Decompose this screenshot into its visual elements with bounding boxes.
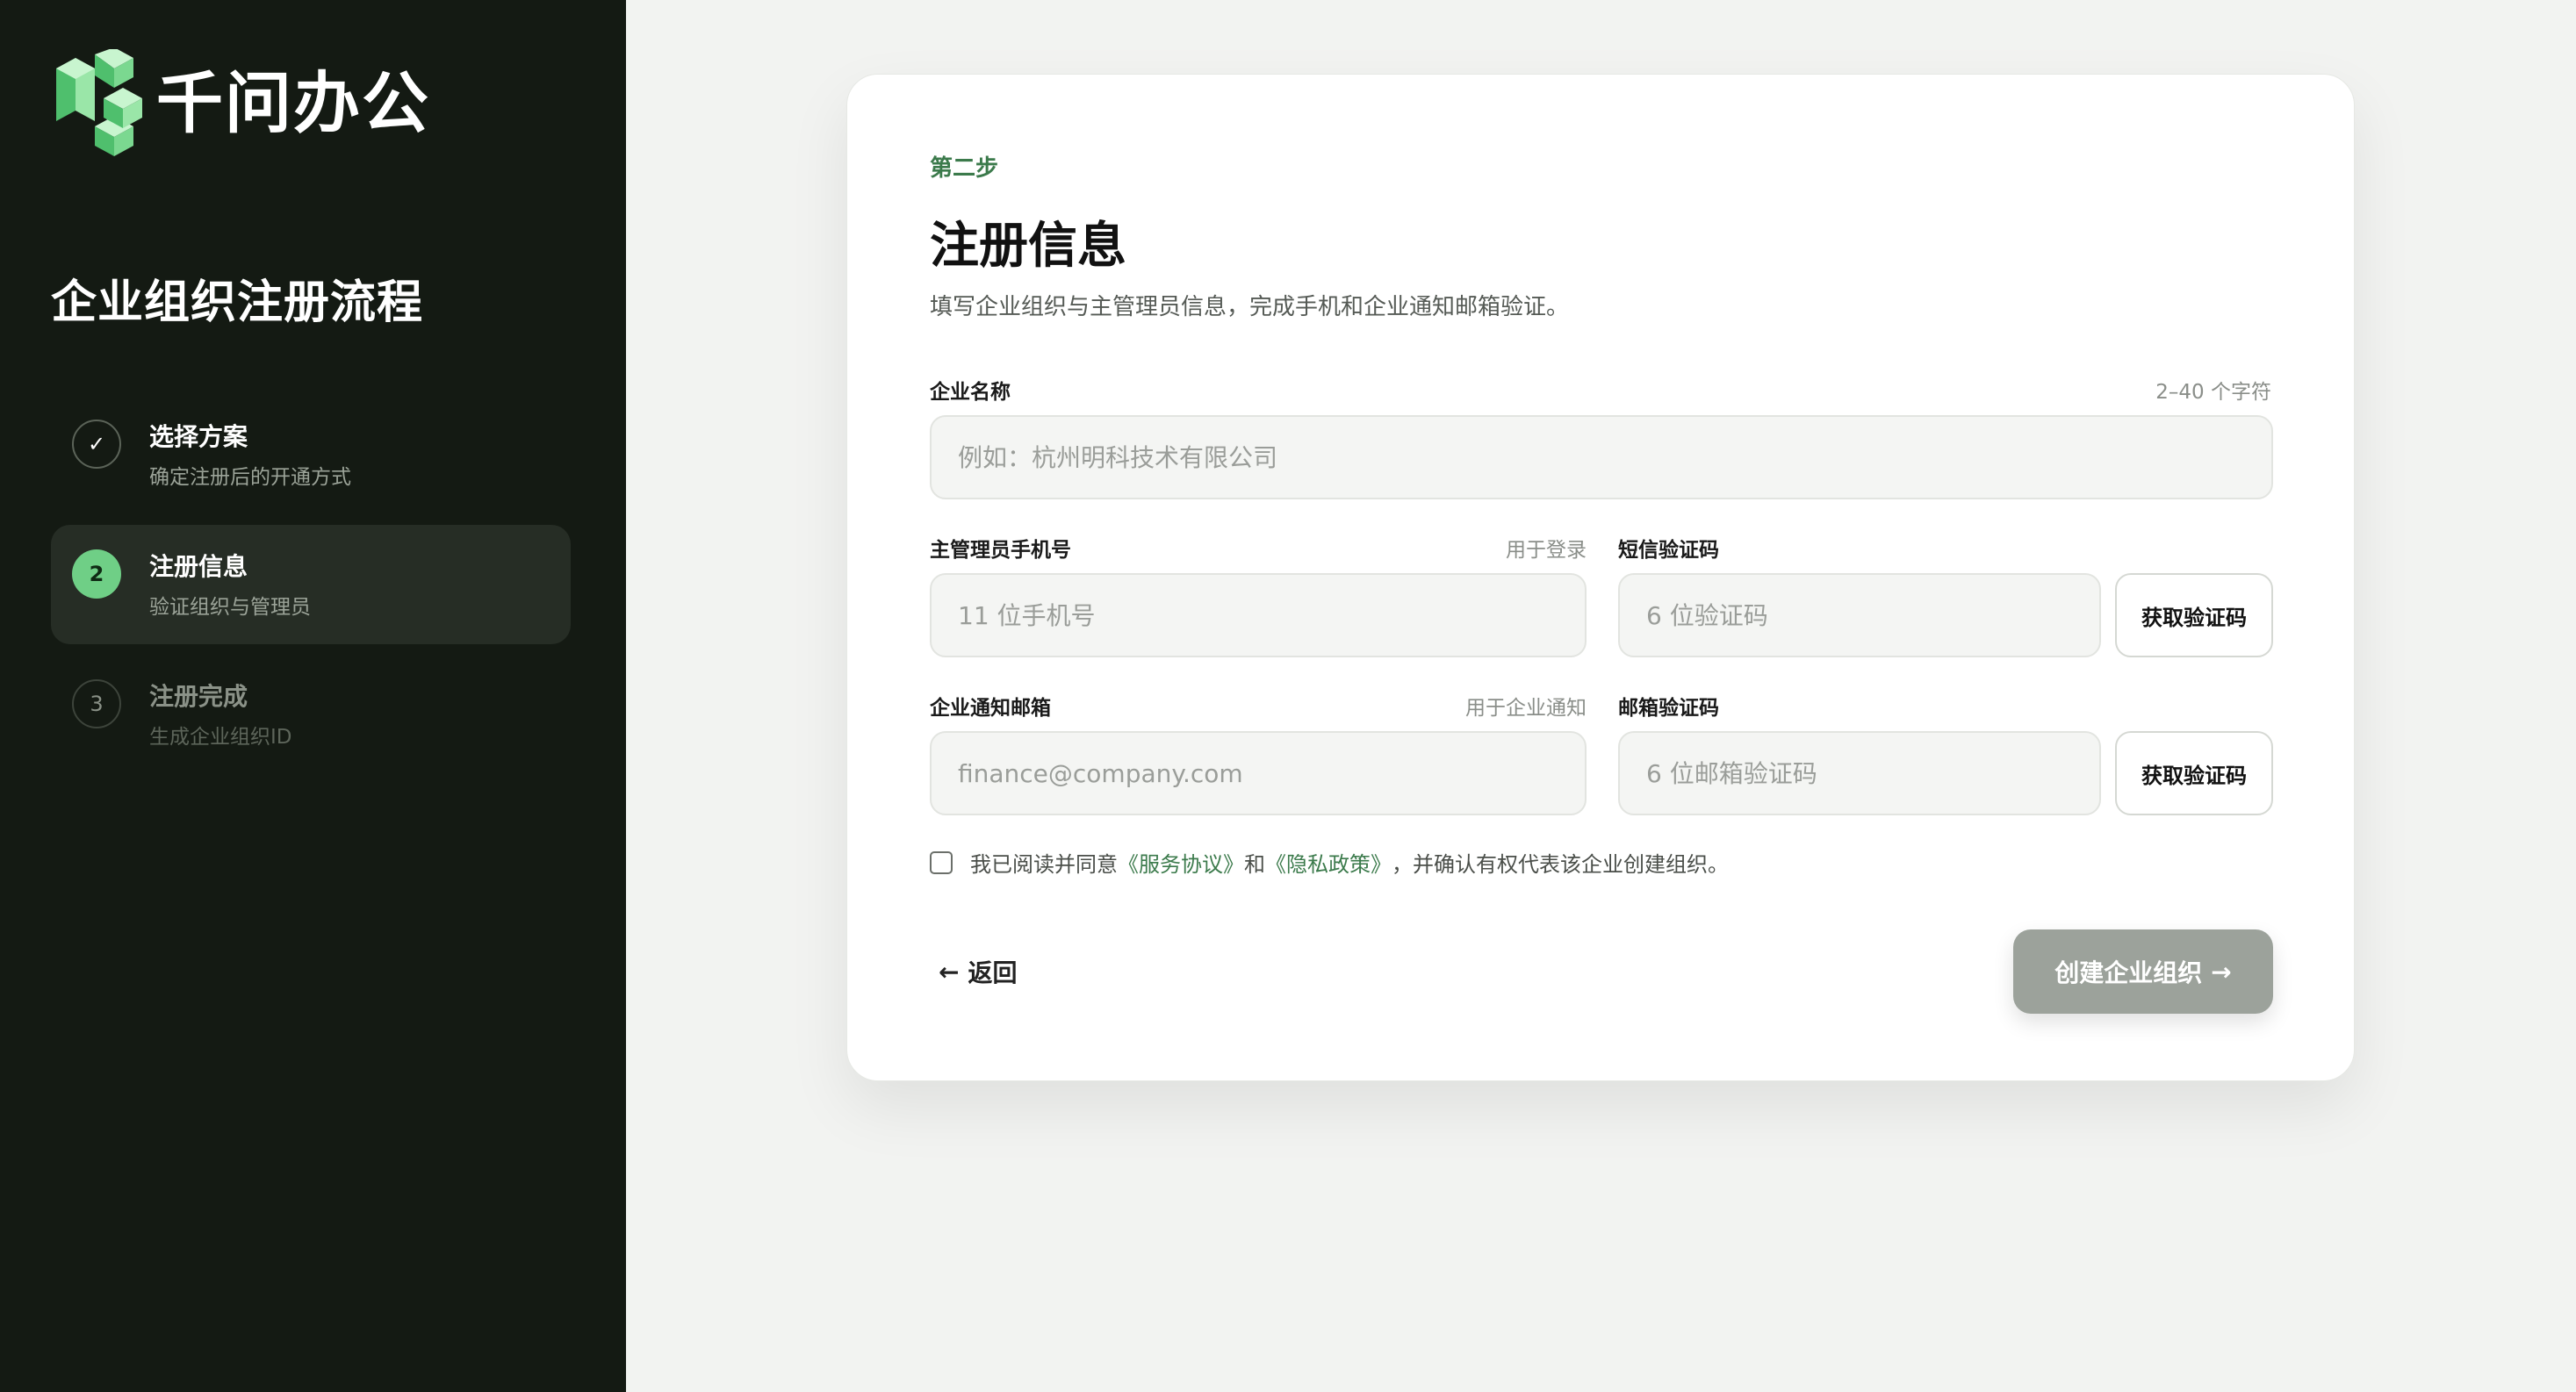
sidebar-title: 企业组织注册流程 <box>51 276 424 329</box>
brand-logo: 千问办公 <box>49 49 430 158</box>
agreement-text-before: 我已阅读并同意 <box>970 852 1118 877</box>
sms-code-input[interactable] <box>1618 573 2101 657</box>
email-input[interactable] <box>930 731 1587 815</box>
cube-logo-icon <box>56 49 142 156</box>
agreement-and-text: 和 <box>1244 852 1265 877</box>
registration-card: 第二步 注册信息 填写企业组织与主管理员信息，完成手机和企业通知邮箱验证。 企业… <box>846 74 2355 1081</box>
agreement-text-after: ，并确认有权代表该企业创建组织。 <box>1392 852 1729 877</box>
company-name-hint: 2–40 个字符 <box>2155 381 2271 404</box>
arrow-left-icon: ← <box>939 957 960 987</box>
agreement-row: 我已阅读并同意 《服务协议》 和 《隐私政策》 ，并确认有权代表该企业创建组织。 <box>930 847 1729 878</box>
page-title: 注册信息 <box>930 218 1126 275</box>
phone-hint: 用于登录 <box>1506 539 1587 562</box>
check-icon: ✓ <box>72 420 121 469</box>
sms-code-label: 短信验证码 <box>1618 539 1719 562</box>
step-list: ✓ 选择方案 确定注册后的开通方式 2 注册信息 验证组织与管理员 3 注册完成… <box>51 395 571 785</box>
step-number: 3 <box>72 679 121 728</box>
step-title: 注册完成 <box>149 682 248 711</box>
email-code-label: 邮箱验证码 <box>1618 697 1719 720</box>
step-subtitle: 确定注册后的开通方式 <box>149 466 351 489</box>
privacy-policy-link[interactable]: 《隐私政策》 <box>1265 847 1392 878</box>
company-name-label: 企业名称 <box>930 381 1011 404</box>
back-button[interactable]: ← 返回 <box>939 954 1017 989</box>
phone-input[interactable] <box>930 573 1587 657</box>
step-title: 选择方案 <box>149 422 248 451</box>
step-title: 注册信息 <box>149 552 248 581</box>
step-subtitle: 验证组织与管理员 <box>149 596 311 619</box>
company-name-input[interactable] <box>930 415 2273 499</box>
step-register-info[interactable]: 2 注册信息 验证组织与管理员 <box>51 525 571 644</box>
step-choose-plan[interactable]: ✓ 选择方案 确定注册后的开通方式 <box>51 395 571 514</box>
create-organization-button[interactable]: 创建企业组织 → <box>2013 929 2273 1014</box>
step-number: 2 <box>72 549 121 599</box>
page-description: 填写企业组织与主管理员信息，完成手机和企业通知邮箱验证。 <box>930 294 1570 320</box>
arrow-right-icon: → <box>2211 957 2232 987</box>
brand-name: 千问办公 <box>156 64 430 142</box>
sidebar: 千问办公 企业组织注册流程 ✓ 选择方案 确定注册后的开通方式 2 注册信息 验… <box>0 0 626 1392</box>
step-complete: 3 注册完成 生成企业组织ID <box>51 655 571 774</box>
step-subtitle: 生成企业组织ID <box>149 726 292 749</box>
agreement-checkbox[interactable] <box>930 850 953 874</box>
service-agreement-link[interactable]: 《服务协议》 <box>1118 847 1244 878</box>
get-sms-code-button[interactable]: 获取验证码 <box>2115 573 2273 657</box>
get-email-code-button[interactable]: 获取验证码 <box>2115 731 2273 815</box>
back-label: 返回 <box>968 958 1018 987</box>
step-eyebrow: 第二步 <box>930 155 999 182</box>
email-code-input[interactable] <box>1618 731 2101 815</box>
email-hint: 用于企业通知 <box>1465 697 1587 720</box>
submit-label: 创建企业组织 <box>2054 958 2203 987</box>
